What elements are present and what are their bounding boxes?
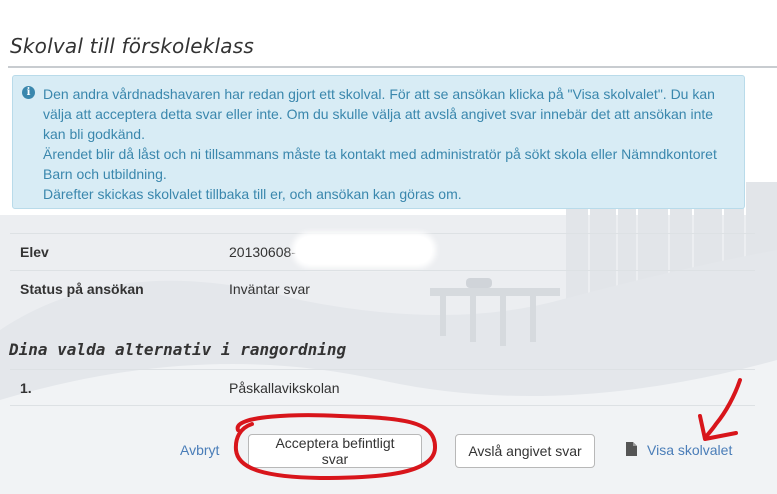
info-text-line: välja att acceptera detta svar eller int…: [43, 106, 714, 122]
table-divider: [10, 270, 755, 271]
accept-button[interactable]: Acceptera befintligt svar: [248, 434, 422, 468]
info-text-line: kan bli godkänd.: [43, 126, 145, 142]
page-title: Skolval till förskoleklass: [10, 34, 254, 58]
page-content: Skolval till förskoleklass i Den andra v…: [0, 0, 777, 494]
choice-school: Påskallavikskolan: [229, 380, 340, 396]
table-divider: [10, 233, 755, 234]
elev-value: 20130608-: [229, 244, 296, 260]
cancel-link[interactable]: Avbryt: [180, 442, 219, 458]
table-divider: [10, 405, 755, 406]
info-alert: i Den andra vårdnadshavaren har redan gj…: [12, 75, 745, 209]
info-circle-icon: i: [22, 86, 35, 99]
elev-label: Elev: [20, 244, 49, 260]
section-title: Dina valda alternativ i rangordning: [9, 340, 347, 359]
document-icon: [626, 442, 637, 456]
status-label: Status på ansökan: [20, 281, 144, 297]
redacted-area: [296, 236, 432, 264]
title-divider: [8, 66, 777, 68]
info-text-line: Ärendet blir då låst och ni tillsammans …: [43, 146, 717, 162]
status-value: Inväntar svar: [229, 281, 310, 297]
reject-button[interactable]: Avslå angivet svar: [455, 434, 595, 468]
info-text-line: Den andra vårdnadshavaren har redan gjor…: [43, 86, 715, 102]
info-text-line: Barn och utbildning.: [43, 166, 167, 182]
info-text-line: Därefter skickas skolvalet tillbaka till…: [43, 186, 462, 202]
view-school-choice-link[interactable]: Visa skolvalet: [647, 442, 732, 458]
table-divider: [10, 369, 755, 370]
choice-rank: 1.: [20, 380, 32, 396]
